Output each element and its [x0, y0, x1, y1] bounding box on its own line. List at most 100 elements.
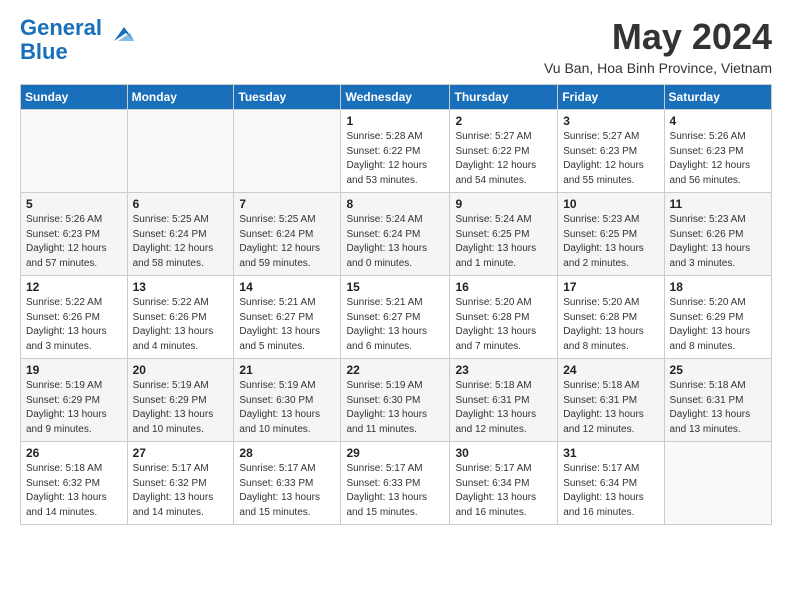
day-info: Sunrise: 5:22 AM Sunset: 6:26 PM Dayligh…	[133, 296, 229, 354]
day-info: Sunrise: 5:19 AM Sunset: 6:29 PM Dayligh…	[133, 379, 229, 437]
day-number: 22	[346, 363, 444, 377]
day-info: Sunrise: 5:19 AM Sunset: 6:29 PM Dayligh…	[26, 379, 122, 437]
day-info: Sunrise: 5:17 AM Sunset: 6:34 PM Dayligh…	[563, 462, 658, 520]
calendar-day-cell	[21, 110, 128, 193]
calendar-table: SundayMondayTuesdayWednesdayThursdayFrid…	[20, 84, 772, 525]
calendar-day-cell: 10Sunrise: 5:23 AM Sunset: 6:25 PM Dayli…	[558, 193, 664, 276]
day-info: Sunrise: 5:17 AM Sunset: 6:33 PM Dayligh…	[346, 462, 444, 520]
day-number: 12	[26, 280, 122, 294]
calendar-day-cell	[234, 110, 341, 193]
day-number: 13	[133, 280, 229, 294]
day-number: 29	[346, 446, 444, 460]
calendar-day-cell: 5 Sunrise: 5:26 AM Sunset: 6:23 PM Daylig…	[21, 193, 128, 276]
calendar-day-cell: 8 Sunrise: 5:24 AM Sunset: 6:24 PM Daylig…	[341, 193, 450, 276]
logo-icon	[104, 19, 136, 51]
calendar-day-cell: 22 Sunrise: 5:19 AM Sunset: 6:30 PM Dayli…	[341, 359, 450, 442]
calendar-day-cell: 6 Sunrise: 5:25 AM Sunset: 6:24 PM Daylig…	[127, 193, 234, 276]
calendar-header-cell: Monday	[127, 85, 234, 110]
day-number: 1	[346, 114, 444, 128]
day-info: Sunrise: 5:27 AM Sunset: 6:22 PM Dayligh…	[455, 130, 552, 188]
day-number: 7	[239, 197, 335, 211]
day-info: Sunrise: 5:28 AM Sunset: 6:22 PM Dayligh…	[346, 130, 444, 188]
calendar-day-cell: 4 Sunrise: 5:26 AM Sunset: 6:23 PM Daylig…	[664, 110, 771, 193]
day-info: Sunrise: 5:25 AM Sunset: 6:24 PM Dayligh…	[133, 213, 229, 271]
day-number: 10	[563, 197, 658, 211]
day-info: Sunrise: 5:27 AM Sunset: 6:23 PM Dayligh…	[563, 130, 658, 188]
calendar-day-cell: 18 Sunrise: 5:20 AM Sunset: 6:29 PM Dayli…	[664, 276, 771, 359]
day-number: 31	[563, 446, 658, 460]
day-info: Sunrise: 5:21 AM Sunset: 6:27 PM Dayligh…	[239, 296, 335, 354]
day-number: 4	[670, 114, 766, 128]
day-info: Sunrise: 5:25 AM Sunset: 6:24 PM Dayligh…	[239, 213, 335, 271]
day-info: Sunrise: 5:20 AM Sunset: 6:29 PM Dayligh…	[670, 296, 766, 354]
day-info: Sunrise: 5:19 AM Sunset: 6:30 PM Dayligh…	[239, 379, 335, 437]
day-number: 16	[455, 280, 552, 294]
day-info: Sunrise: 5:21 AM Sunset: 6:27 PM Dayligh…	[346, 296, 444, 354]
day-info: Sunrise: 5:24 AM Sunset: 6:24 PM Dayligh…	[346, 213, 444, 271]
day-number: 11	[670, 197, 766, 211]
calendar-header-cell: Wednesday	[341, 85, 450, 110]
calendar-day-cell: 12 Sunrise: 5:22 AM Sunset: 6:26 PM Dayli…	[21, 276, 128, 359]
day-number: 24	[563, 363, 658, 377]
calendar-day-cell: 1 Sunrise: 5:28 AM Sunset: 6:22 PM Daylig…	[341, 110, 450, 193]
calendar-day-cell	[127, 110, 234, 193]
day-number: 8	[346, 197, 444, 211]
day-info: Sunrise: 5:19 AM Sunset: 6:30 PM Dayligh…	[346, 379, 444, 437]
title-block: May 2024 Vu Ban, Hoa Binh Province, Viet…	[544, 16, 772, 76]
calendar-day-cell: 17Sunrise: 5:20 AM Sunset: 6:28 PM Dayli…	[558, 276, 664, 359]
day-info: Sunrise: 5:18 AM Sunset: 6:31 PM Dayligh…	[563, 379, 658, 437]
day-number: 5	[26, 197, 122, 211]
calendar-day-cell: 23Sunrise: 5:18 AM Sunset: 6:31 PM Dayli…	[450, 359, 558, 442]
calendar-day-cell: 29 Sunrise: 5:17 AM Sunset: 6:33 PM Dayli…	[341, 442, 450, 525]
calendar-week-row: 12 Sunrise: 5:22 AM Sunset: 6:26 PM Dayli…	[21, 276, 772, 359]
day-number: 14	[239, 280, 335, 294]
calendar-header-cell: Tuesday	[234, 85, 341, 110]
calendar-week-row: 19 Sunrise: 5:19 AM Sunset: 6:29 PM Dayli…	[21, 359, 772, 442]
calendar-week-row: 1 Sunrise: 5:28 AM Sunset: 6:22 PM Daylig…	[21, 110, 772, 193]
day-number: 25	[670, 363, 766, 377]
day-number: 21	[239, 363, 335, 377]
day-number: 23	[455, 363, 552, 377]
calendar-day-cell: 25 Sunrise: 5:18 AM Sunset: 6:31 PM Dayli…	[664, 359, 771, 442]
day-number: 19	[26, 363, 122, 377]
calendar-header-cell: Thursday	[450, 85, 558, 110]
day-number: 2	[455, 114, 552, 128]
calendar-day-cell: 16 Sunrise: 5:20 AM Sunset: 6:28 PM Dayli…	[450, 276, 558, 359]
calendar-day-cell: 24 Sunrise: 5:18 AM Sunset: 6:31 PM Dayli…	[558, 359, 664, 442]
calendar-day-cell: 3 Sunrise: 5:27 AM Sunset: 6:23 PM Daylig…	[558, 110, 664, 193]
calendar-day-cell: 13 Sunrise: 5:22 AM Sunset: 6:26 PM Dayli…	[127, 276, 234, 359]
location-subtitle: Vu Ban, Hoa Binh Province, Vietnam	[544, 60, 772, 76]
calendar-day-cell: 19 Sunrise: 5:19 AM Sunset: 6:29 PM Dayli…	[21, 359, 128, 442]
day-number: 26	[26, 446, 122, 460]
calendar-day-cell: 2 Sunrise: 5:27 AM Sunset: 6:22 PM Daylig…	[450, 110, 558, 193]
day-number: 18	[670, 280, 766, 294]
calendar-day-cell: 30Sunrise: 5:17 AM Sunset: 6:34 PM Dayli…	[450, 442, 558, 525]
logo-text: GeneralBlue	[20, 16, 102, 64]
calendar-day-cell: 27Sunrise: 5:17 AM Sunset: 6:32 PM Dayli…	[127, 442, 234, 525]
logo: GeneralBlue	[20, 16, 136, 64]
day-number: 15	[346, 280, 444, 294]
day-number: 9	[455, 197, 552, 211]
calendar-header: SundayMondayTuesdayWednesdayThursdayFrid…	[21, 85, 772, 110]
calendar-day-cell: 11Sunrise: 5:23 AM Sunset: 6:26 PM Dayli…	[664, 193, 771, 276]
day-info: Sunrise: 5:22 AM Sunset: 6:26 PM Dayligh…	[26, 296, 122, 354]
day-info: Sunrise: 5:26 AM Sunset: 6:23 PM Dayligh…	[670, 130, 766, 188]
day-number: 28	[239, 446, 335, 460]
calendar-week-row: 26Sunrise: 5:18 AM Sunset: 6:32 PM Dayli…	[21, 442, 772, 525]
day-info: Sunrise: 5:20 AM Sunset: 6:28 PM Dayligh…	[455, 296, 552, 354]
calendar-day-cell: 31 Sunrise: 5:17 AM Sunset: 6:34 PM Dayli…	[558, 442, 664, 525]
day-info: Sunrise: 5:17 AM Sunset: 6:32 PM Dayligh…	[133, 462, 229, 520]
calendar-day-cell: 28Sunrise: 5:17 AM Sunset: 6:33 PM Dayli…	[234, 442, 341, 525]
calendar-day-cell: 14 Sunrise: 5:21 AM Sunset: 6:27 PM Dayli…	[234, 276, 341, 359]
calendar-week-row: 5 Sunrise: 5:26 AM Sunset: 6:23 PM Daylig…	[21, 193, 772, 276]
day-number: 3	[563, 114, 658, 128]
day-info: Sunrise: 5:18 AM Sunset: 6:31 PM Dayligh…	[670, 379, 766, 437]
day-number: 20	[133, 363, 229, 377]
day-number: 6	[133, 197, 229, 211]
day-info: Sunrise: 5:26 AM Sunset: 6:23 PM Dayligh…	[26, 213, 122, 271]
day-info: Sunrise: 5:24 AM Sunset: 6:25 PM Dayligh…	[455, 213, 552, 271]
calendar-header-cell: Friday	[558, 85, 664, 110]
day-info: Sunrise: 5:20 AM Sunset: 6:28 PM Dayligh…	[563, 296, 658, 354]
calendar-day-cell	[664, 442, 771, 525]
calendar-day-cell: 9 Sunrise: 5:24 AM Sunset: 6:25 PM Daylig…	[450, 193, 558, 276]
